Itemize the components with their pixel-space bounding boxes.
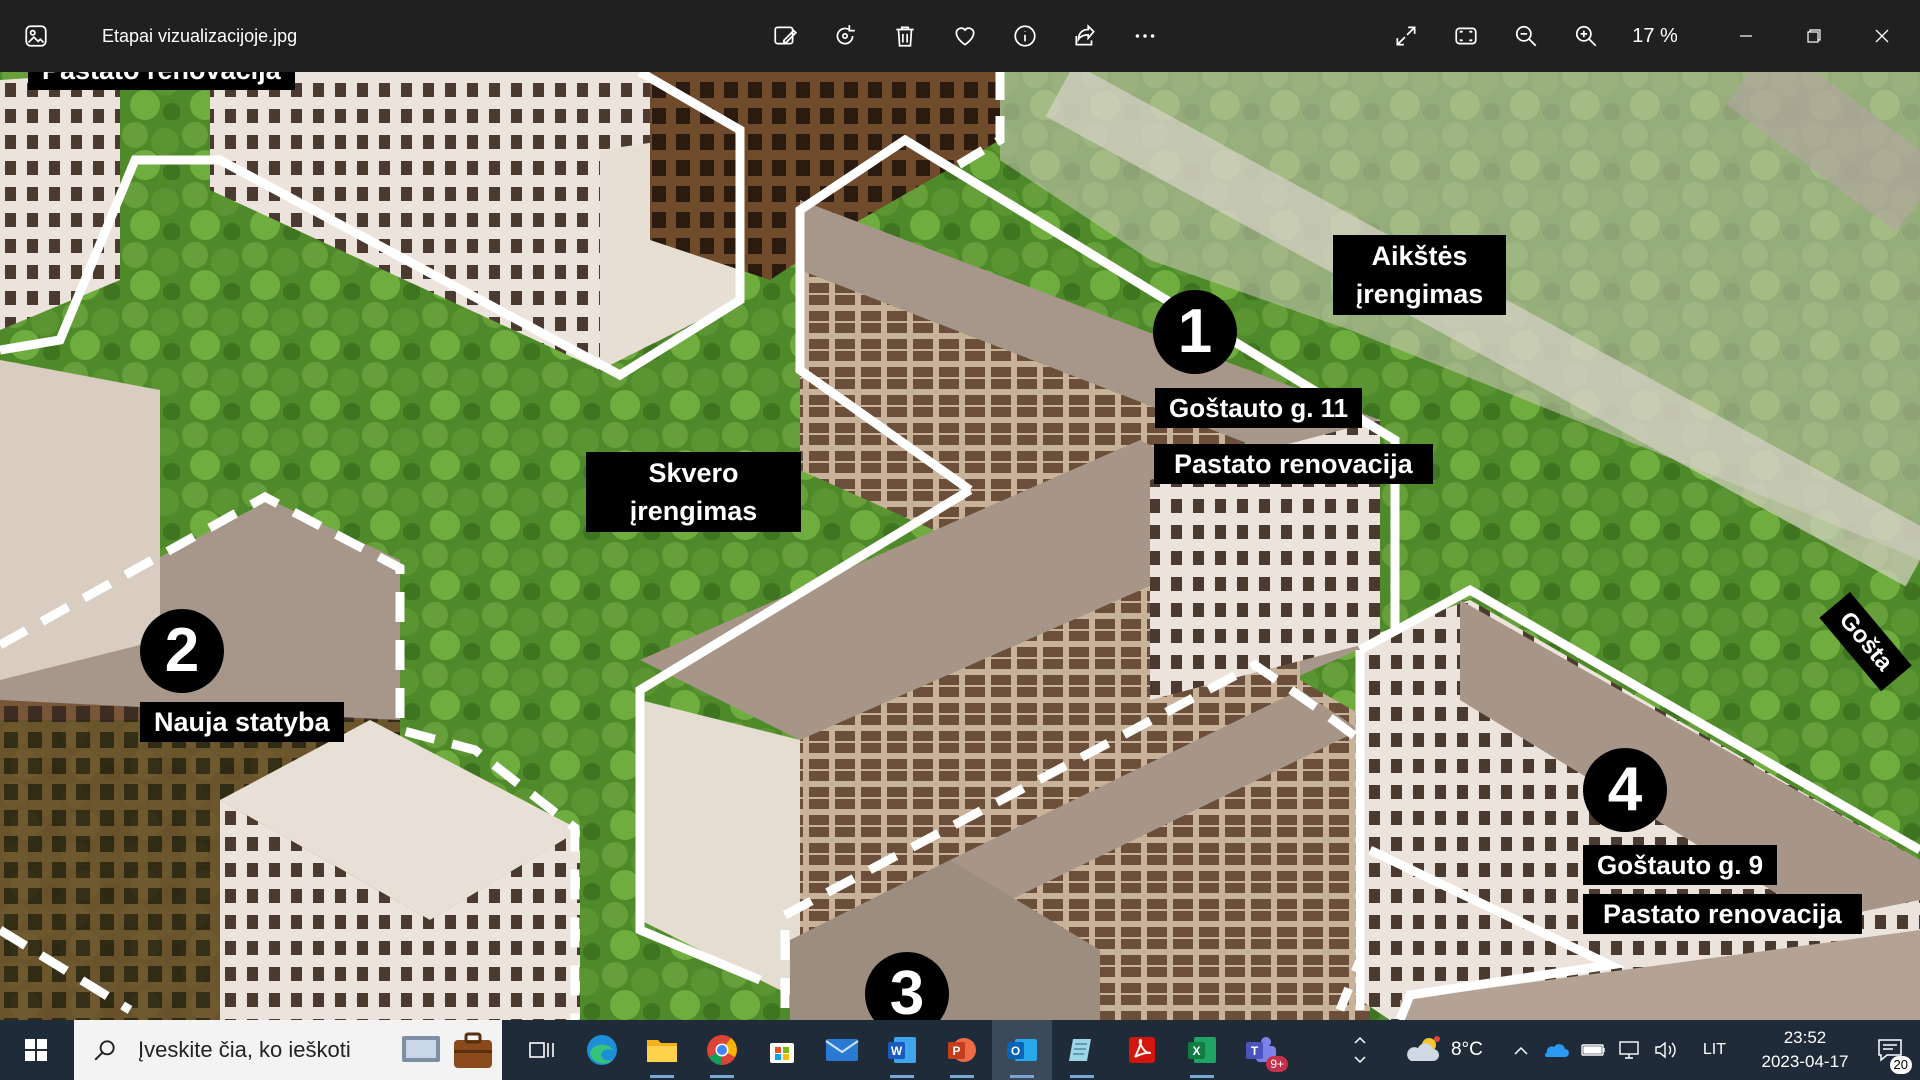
search-highlight-icon: [402, 1032, 492, 1068]
language-indicator[interactable]: LIT: [1703, 1041, 1726, 1059]
badge-stage-1: 1: [1153, 290, 1237, 374]
label-address-1: Goštauto g. 11: [1155, 388, 1363, 428]
label-renovation-1: Pastato renovacija: [1154, 444, 1433, 484]
svg-text:O: O: [1011, 1044, 1020, 1058]
notification-center-button[interactable]: 20: [1860, 1020, 1920, 1080]
chevron-down-icon: [1354, 1056, 1366, 1064]
svg-text:P: P: [952, 1044, 960, 1058]
temperature[interactable]: 8°C: [1451, 1039, 1483, 1061]
share-icon[interactable]: [1055, 0, 1115, 72]
file-name: Etapai vizualizacijoje.jpg: [102, 25, 298, 46]
file-explorer-app[interactable]: [632, 1020, 692, 1080]
clock-date: 2023-04-17: [1761, 1052, 1849, 1071]
image-canvas[interactable]: Pastato renovacija Aikštės įrengimas Skv…: [0, 72, 1920, 1020]
view-controls: 17 %: [1376, 0, 1916, 72]
fullscreen-icon[interactable]: [1376, 0, 1436, 72]
store-icon: [770, 1043, 794, 1063]
info-icon[interactable]: [995, 0, 1055, 72]
zoom-level[interactable]: 17 %: [1616, 25, 1694, 48]
edge-app[interactable]: [572, 1020, 632, 1080]
zoom-out-icon[interactable]: [1496, 0, 1556, 72]
photos-app-icon: [0, 0, 72, 72]
fit-to-window-icon[interactable]: [1436, 0, 1496, 72]
badge-stage-2: 2: [140, 609, 224, 693]
word-app[interactable]: W: [872, 1020, 932, 1080]
excel-icon: X: [1188, 1037, 1216, 1063]
badge-stage-4: 4: [1583, 748, 1667, 832]
minimize-button[interactable]: [1712, 0, 1780, 72]
clock[interactable]: 23:52 2023-04-17: [1750, 1026, 1860, 1074]
outlook-icon: O: [1007, 1039, 1037, 1061]
mail-app[interactable]: [812, 1020, 872, 1080]
system-tray: 8°C LIT 23:52 2023-04-17 20: [1345, 1020, 1920, 1080]
close-button[interactable]: [1848, 0, 1916, 72]
onedrive-icon[interactable]: [1543, 1041, 1569, 1059]
powerpoint-icon: P: [948, 1038, 976, 1062]
title-bar: Etapai vizualizacijoje.jpg 17 %: [0, 0, 1920, 72]
volume-icon[interactable]: [1653, 1039, 1679, 1061]
show-hidden-icons-icon[interactable]: [1513, 1044, 1529, 1056]
edge-icon: [587, 1035, 617, 1065]
rotate-icon[interactable]: [815, 0, 875, 72]
taskbar-search-box[interactable]: Įveskite čia, ko ieškoti: [74, 1020, 502, 1080]
label-address-4: Goštauto g. 9: [1583, 845, 1778, 885]
favorite-icon[interactable]: [935, 0, 995, 72]
teams-app[interactable]: T 9+: [1232, 1020, 1292, 1080]
notification-count: 20: [1889, 1056, 1912, 1074]
svg-text:T: T: [1251, 1044, 1259, 1058]
notepad-app[interactable]: [1052, 1020, 1112, 1080]
windows-logo-icon: [25, 1039, 47, 1061]
chevron-up-icon: [1354, 1036, 1366, 1044]
svg-text:X: X: [1192, 1044, 1200, 1058]
chrome-app[interactable]: [692, 1020, 752, 1080]
label-renovation-4: Pastato renovacija: [1583, 894, 1862, 934]
zoom-in-icon[interactable]: [1556, 0, 1616, 72]
pinned-apps: W P O X T 9+: [512, 1020, 1292, 1080]
label-new-construction: Nauja statyba: [140, 702, 344, 742]
clock-time: 23:52: [1783, 1028, 1827, 1047]
teams-notification-badge: 9+: [1266, 1056, 1288, 1072]
mail-icon: [825, 1039, 859, 1061]
edit-image-icon[interactable]: [755, 0, 815, 72]
microsoft-store-app[interactable]: [752, 1020, 812, 1080]
label-park-installation: Skvero įrengimas: [586, 452, 801, 532]
label-square-installation: Aikštės įrengimas: [1333, 235, 1506, 315]
label-renovation-top: Pastato renovacija: [28, 72, 295, 90]
restore-button[interactable]: [1780, 0, 1848, 72]
network-icon[interactable]: [1617, 1039, 1643, 1061]
task-view-icon: [529, 1042, 554, 1058]
search-placeholder: Įveskite čia, ko ieškoti: [138, 1037, 351, 1062]
word-icon: W: [888, 1037, 916, 1063]
notepad-icon: [1069, 1039, 1091, 1061]
acrobat-app[interactable]: [1112, 1020, 1172, 1080]
more-icon[interactable]: [1115, 0, 1175, 72]
powerpoint-app[interactable]: P: [932, 1020, 992, 1080]
start-button[interactable]: [0, 1020, 72, 1080]
outlook-app[interactable]: O: [992, 1020, 1052, 1080]
weather-icon[interactable]: [1405, 1033, 1445, 1067]
battery-icon[interactable]: [1581, 1042, 1607, 1058]
excel-app[interactable]: X: [1172, 1020, 1232, 1080]
delete-icon[interactable]: [875, 0, 935, 72]
chrome-icon: [707, 1035, 737, 1065]
search-icon: [94, 1040, 115, 1061]
image-toolbar: [755, 0, 1175, 72]
task-view-button[interactable]: [512, 1020, 572, 1080]
taskbar: Įveskite čia, ko ieškoti W P O X T 9+ 8°…: [0, 1020, 1920, 1080]
taskbar-scroll-arrows[interactable]: [1345, 1035, 1375, 1065]
svg-text:W: W: [891, 1044, 903, 1058]
folder-icon: [647, 1040, 677, 1062]
acrobat-icon: [1129, 1037, 1155, 1063]
